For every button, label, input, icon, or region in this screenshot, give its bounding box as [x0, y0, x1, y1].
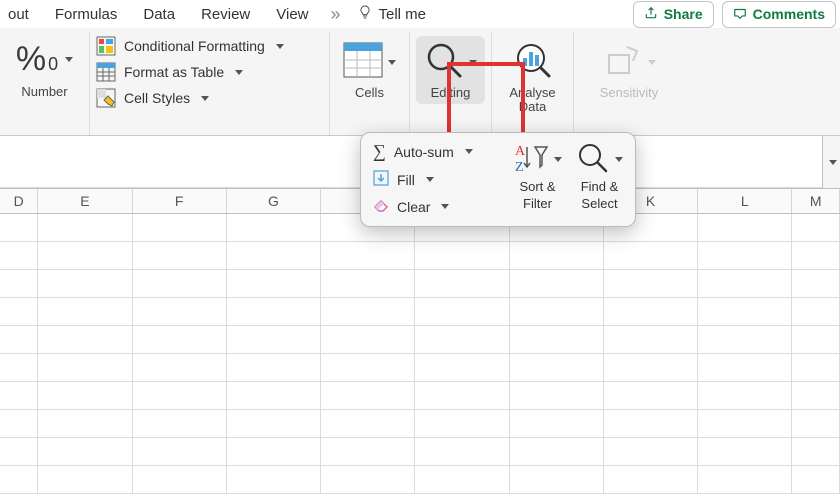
col-header[interactable]: E	[38, 189, 132, 213]
cell-styles-label: Cell Styles	[124, 90, 190, 106]
formula-bar-expand[interactable]	[822, 136, 840, 188]
chevron-down-icon	[201, 96, 209, 101]
autosum-label: Auto-sum	[394, 144, 454, 160]
analyse-data-label: AnalyseData	[509, 86, 555, 115]
fill-label: Fill	[397, 172, 415, 188]
group-number-label: Number	[21, 85, 67, 99]
sensitivity-label: Sensitivity	[600, 86, 659, 100]
tab-layout-partial[interactable]: out	[4, 4, 33, 25]
tell-me-label: Tell me	[379, 6, 427, 23]
tab-bar: out Formulas Data Review View ›› Tell me…	[0, 0, 840, 28]
col-header[interactable]: D	[0, 189, 38, 213]
col-header[interactable]: G	[227, 189, 321, 213]
share-label: Share	[664, 6, 703, 22]
group-number: %0 Number	[0, 32, 90, 135]
clear-button[interactable]: Clear	[373, 197, 499, 216]
comment-icon	[733, 6, 747, 23]
sort-filter-icon: AZ	[513, 141, 549, 178]
number-format-button[interactable]: %0	[12, 36, 77, 83]
tab-formulas[interactable]: Formulas	[51, 4, 122, 25]
find-select-button[interactable]: Find & Select	[576, 141, 623, 211]
chevron-down-icon	[469, 60, 477, 65]
sort-filter-button[interactable]: AZ Sort & Filter	[513, 141, 562, 211]
svg-text:Z: Z	[515, 160, 524, 175]
comments-label: Comments	[753, 6, 825, 22]
chevron-down-icon	[388, 60, 396, 65]
lightbulb-icon	[357, 4, 373, 24]
col-header[interactable]: L	[698, 189, 792, 213]
chevron-down-icon	[276, 44, 284, 49]
group-editing: Editing	[410, 32, 492, 135]
editing-dropdown: ∑ Auto-sum Fill Clear AZ Sort & Filt	[360, 132, 636, 227]
group-styles: Conditional Formatting Format as Table C…	[90, 32, 330, 135]
svg-text:A: A	[515, 144, 526, 159]
col-header[interactable]: F	[133, 189, 227, 213]
spreadsheet-grid[interactable]	[0, 214, 840, 500]
editing-button[interactable]: Editing	[416, 36, 485, 104]
group-sensitivity: Sensitivity	[574, 32, 684, 135]
chevron-down-icon	[615, 157, 623, 162]
chevron-down-icon	[554, 157, 562, 162]
sigma-icon: ∑	[373, 141, 386, 162]
eraser-icon	[373, 197, 389, 216]
chevron-down-icon	[648, 60, 656, 65]
conditional-formatting-label: Conditional Formatting	[124, 38, 265, 54]
analyse-data-button[interactable]: AnalyseData	[501, 36, 563, 119]
find-select-icon	[576, 141, 610, 178]
format-as-table-label: Format as Table	[124, 64, 224, 80]
editing-icon	[424, 40, 464, 85]
chevron-down-icon	[65, 57, 73, 62]
editing-label: Editing	[431, 86, 471, 100]
clear-label: Clear	[397, 199, 430, 215]
fill-button[interactable]: Fill	[373, 170, 499, 189]
col-header[interactable]: M	[792, 189, 840, 213]
format-as-table-button[interactable]: Format as Table	[96, 62, 243, 82]
tell-me[interactable]: Tell me	[357, 4, 427, 24]
fill-icon	[373, 170, 389, 189]
tabs-overflow-icon[interactable]: ››	[331, 4, 339, 25]
conditional-formatting-button[interactable]: Conditional Formatting	[96, 36, 284, 56]
sensitivity-button: Sensitivity	[592, 36, 667, 104]
tab-review[interactable]: Review	[197, 4, 254, 25]
cells-icon	[343, 42, 383, 83]
cell-styles-button[interactable]: Cell Styles	[96, 88, 209, 108]
cells-label: Cells	[355, 86, 384, 100]
analyse-data-icon	[513, 40, 553, 85]
chevron-down-icon	[426, 177, 434, 182]
tab-view[interactable]: View	[272, 4, 312, 25]
tab-data[interactable]: Data	[139, 4, 179, 25]
cell-styles-icon	[96, 88, 116, 108]
autosum-button[interactable]: ∑ Auto-sum	[373, 141, 499, 162]
chevron-down-icon	[465, 149, 473, 154]
group-cells: Cells	[330, 32, 410, 135]
chevron-down-icon	[235, 70, 243, 75]
ribbon: %0 Number Conditional Formatting Format …	[0, 28, 840, 136]
comments-button[interactable]: Comments	[722, 1, 836, 28]
group-analyse-data: AnalyseData	[492, 32, 574, 135]
conditional-formatting-icon	[96, 36, 116, 56]
percent-icon: %0	[16, 40, 58, 79]
chevron-down-icon	[441, 204, 449, 209]
chevron-down-icon	[829, 160, 837, 165]
cells-button[interactable]: Cells	[335, 36, 404, 104]
format-as-table-icon	[96, 62, 116, 82]
share-button[interactable]: Share	[633, 1, 714, 28]
sensitivity-icon	[603, 41, 643, 84]
share-icon	[644, 6, 658, 23]
